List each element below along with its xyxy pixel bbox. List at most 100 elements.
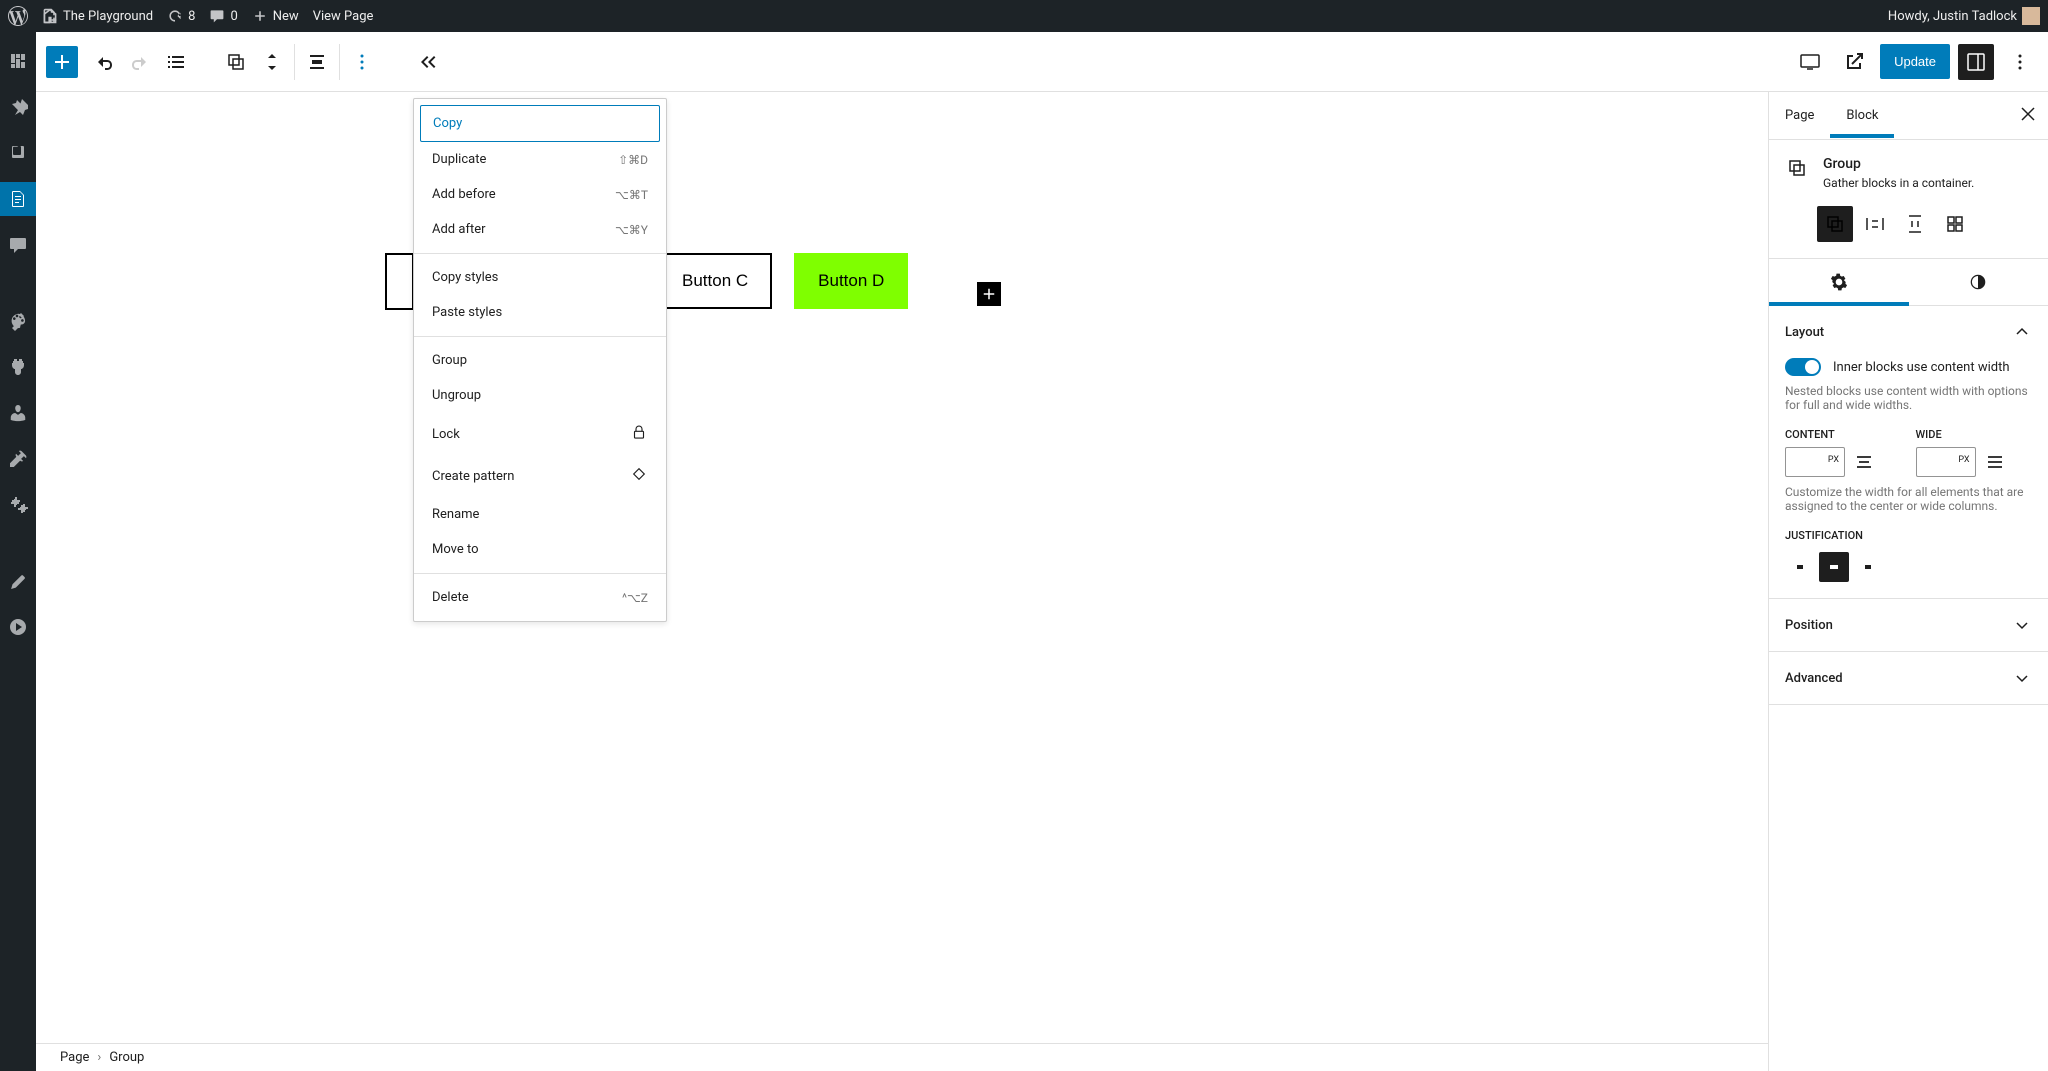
block-name: Group bbox=[1823, 156, 1974, 172]
tab-page[interactable]: Page bbox=[1769, 94, 1830, 137]
view-page-button[interactable] bbox=[1836, 44, 1872, 80]
inspector-tabs bbox=[1769, 258, 2048, 306]
button-a[interactable] bbox=[385, 253, 414, 310]
tab-styles[interactable] bbox=[1909, 259, 2048, 305]
shortcut: ⌥⌘T bbox=[615, 188, 648, 202]
button-c[interactable]: Button C bbox=[658, 253, 772, 309]
editor-frame: Update Button C Button D Copy Duplicate⇧… bbox=[36, 32, 2048, 1071]
wide-width-label: WIDE bbox=[1916, 428, 2033, 441]
menu-move-to[interactable]: Move to bbox=[420, 532, 660, 567]
menu-delete[interactable]: Delete^⌥Z bbox=[420, 580, 660, 615]
variation-stack[interactable] bbox=[1897, 206, 1933, 242]
options-button[interactable] bbox=[344, 44, 380, 80]
settings-icon[interactable] bbox=[0, 488, 36, 522]
site-name-label: The Playground bbox=[63, 9, 153, 24]
update-button[interactable]: Update bbox=[1880, 44, 1950, 79]
unit-label: PX bbox=[1958, 455, 1969, 465]
breadcrumb-group[interactable]: Group bbox=[109, 1050, 144, 1065]
toggle-label: Inner blocks use content width bbox=[1833, 360, 2010, 375]
site-name[interactable]: The Playground bbox=[42, 8, 153, 24]
menu-copy-styles[interactable]: Copy styles bbox=[420, 260, 660, 295]
more-options-button[interactable] bbox=[2002, 44, 2038, 80]
block-header: Group Gather blocks in a container. bbox=[1769, 140, 2048, 206]
new-content[interactable]: New bbox=[252, 8, 299, 24]
unit-label: PX bbox=[1828, 455, 1839, 465]
variation-group[interactable] bbox=[1817, 206, 1853, 242]
view-page[interactable]: View Page bbox=[313, 9, 374, 24]
plugins-icon[interactable] bbox=[0, 350, 36, 384]
menu-ungroup[interactable]: Ungroup bbox=[420, 378, 660, 413]
menu-rename[interactable]: Rename bbox=[420, 497, 660, 532]
justify-left-button[interactable] bbox=[1785, 552, 1815, 582]
justification-buttons bbox=[1785, 552, 2032, 582]
pushpin-icon[interactable] bbox=[0, 90, 36, 124]
position-panel: Position bbox=[1769, 599, 2048, 652]
shortcut: ^⌥Z bbox=[622, 591, 648, 605]
justify-right-button[interactable] bbox=[1853, 552, 1883, 582]
variation-grid[interactable] bbox=[1937, 206, 1973, 242]
comments-count: 0 bbox=[230, 9, 237, 24]
justify-center-button[interactable] bbox=[1819, 552, 1849, 582]
tools-icon[interactable] bbox=[0, 442, 36, 476]
sidebar-tabs: Page Block bbox=[1769, 92, 2048, 140]
append-block-button[interactable] bbox=[977, 282, 1001, 306]
breadcrumb-page[interactable]: Page bbox=[60, 1050, 89, 1065]
layout-panel-header[interactable]: Layout bbox=[1769, 306, 2048, 358]
wp-logo[interactable] bbox=[8, 6, 28, 26]
add-block-button[interactable] bbox=[46, 46, 78, 78]
menu-add-after[interactable]: Add after⌥⌘Y bbox=[420, 212, 660, 247]
redo-button[interactable] bbox=[122, 44, 158, 80]
menu-divider bbox=[414, 253, 666, 254]
block-context-menu: Copy Duplicate⇧⌘D Add before⌥⌘T Add afte… bbox=[413, 98, 667, 622]
menu-duplicate[interactable]: Duplicate⇧⌘D bbox=[420, 142, 660, 177]
media-icon[interactable] bbox=[0, 136, 36, 170]
variation-row[interactable] bbox=[1857, 206, 1893, 242]
pages-icon[interactable] bbox=[0, 182, 36, 216]
collapse-toolbar-button[interactable] bbox=[410, 44, 446, 80]
wide-align-button[interactable] bbox=[1980, 447, 2010, 477]
appearance-icon[interactable] bbox=[0, 304, 36, 338]
menu-lock[interactable]: Lock bbox=[420, 413, 660, 455]
tab-block[interactable]: Block bbox=[1830, 94, 1894, 137]
howdy-greeting[interactable]: Howdy, Justin Tadlock bbox=[1888, 7, 2040, 25]
align-button[interactable] bbox=[299, 44, 335, 80]
settings-sidebar: Page Block Group Gather blocks in a cont… bbox=[1768, 92, 2048, 1071]
settings-panel-button[interactable] bbox=[1958, 44, 1994, 80]
advanced-panel: Advanced bbox=[1769, 652, 2048, 705]
tab-settings[interactable] bbox=[1769, 259, 1909, 305]
position-panel-header[interactable]: Position bbox=[1769, 599, 2048, 651]
comments-icon[interactable] bbox=[0, 228, 36, 262]
menu-copy[interactable]: Copy bbox=[420, 105, 660, 142]
dashboard-icon[interactable] bbox=[0, 44, 36, 78]
toolbar-divider bbox=[294, 44, 295, 80]
advanced-panel-header[interactable]: Advanced bbox=[1769, 652, 2048, 704]
wp-admin-sidebar bbox=[0, 32, 36, 1071]
move-block-button[interactable] bbox=[254, 44, 290, 80]
edit-icon[interactable] bbox=[0, 564, 36, 598]
menu-paste-styles[interactable]: Paste styles bbox=[420, 295, 660, 330]
menu-create-pattern[interactable]: Create pattern bbox=[420, 455, 660, 497]
menu-add-before[interactable]: Add before⌥⌘T bbox=[420, 177, 660, 212]
users-icon[interactable] bbox=[0, 396, 36, 430]
updates[interactable]: 8 bbox=[167, 8, 195, 24]
close-sidebar-button[interactable] bbox=[2008, 106, 2048, 126]
group-icon bbox=[1785, 156, 1809, 180]
video-icon[interactable] bbox=[0, 610, 36, 644]
undo-button[interactable] bbox=[86, 44, 122, 80]
editor-canvas[interactable]: Button C Button D Copy Duplicate⇧⌘D Add … bbox=[36, 92, 1768, 1071]
comments[interactable]: 0 bbox=[209, 8, 237, 24]
menu-divider bbox=[414, 573, 666, 574]
device-preview-button[interactable] bbox=[1792, 44, 1828, 80]
content-align-button[interactable] bbox=[1849, 447, 1879, 477]
button-d[interactable]: Button D bbox=[794, 253, 908, 309]
block-variations bbox=[1769, 206, 2048, 258]
content-width-label: CONTENT bbox=[1785, 428, 1902, 441]
list-view-button[interactable] bbox=[158, 44, 194, 80]
menu-group[interactable]: Group bbox=[420, 343, 660, 378]
parent-block-button[interactable] bbox=[218, 44, 254, 80]
content-width-toggle[interactable] bbox=[1785, 358, 1821, 376]
lock-icon bbox=[630, 423, 648, 445]
wp-admin-bar: The Playground 8 0 New View Page Howdy, … bbox=[0, 0, 2048, 32]
menu-divider bbox=[414, 336, 666, 337]
new-label: New bbox=[273, 9, 299, 24]
